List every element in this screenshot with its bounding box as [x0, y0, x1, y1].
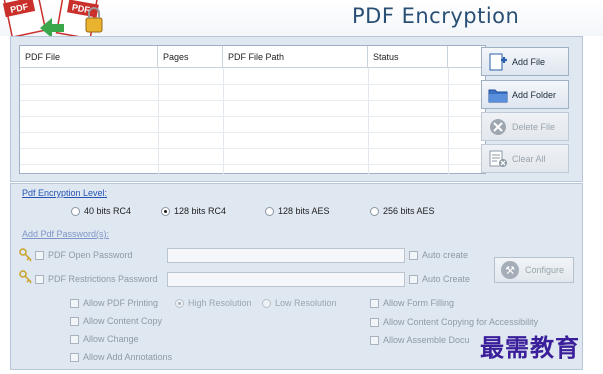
checkbox-label: Allow Content Copying for Accessibility	[383, 317, 539, 327]
restrictions-password-checkbox[interactable]: PDF Restrictions Password	[35, 274, 158, 284]
header-bar: PDF PDF PDF Encryption	[0, 0, 603, 36]
table-row	[20, 164, 485, 165]
add-password-label: Add Pdf Password(s):	[22, 229, 110, 239]
delete-file-label: Delete File	[512, 121, 556, 132]
column-header-spacer	[448, 46, 485, 68]
restrictions-password-field[interactable]	[167, 272, 405, 287]
key-icon	[19, 270, 32, 284]
radio-label: High Resolution	[188, 298, 252, 308]
table-header: PDF File Pages PDF File Path Status	[20, 46, 485, 68]
checkbox-box	[70, 298, 79, 308]
column-header-pdf-file[interactable]: PDF File	[20, 46, 158, 68]
radio-indicator-selected	[175, 298, 184, 308]
file-list-panel: PDF File Pages PDF File Path Status Add …	[10, 36, 583, 182]
allow-content-copy-checkbox[interactable]: Allow Content Copy	[70, 316, 162, 326]
checkbox-box	[35, 250, 44, 260]
radio-128-bits-aes[interactable]: 128 bits AES	[265, 206, 330, 216]
checkbox-box	[370, 317, 379, 327]
restrictions-password-label: PDF Restrictions Password	[48, 274, 158, 284]
encryption-level-label: Pdf Encryption Level:	[22, 188, 108, 198]
allow-pdf-printing-checkbox[interactable]: Allow PDF Printing	[70, 298, 158, 308]
pdf-lock-logo-icon: PDF PDF	[2, 0, 103, 36]
table-row	[20, 84, 485, 85]
table-row	[20, 132, 485, 133]
checkbox-label: Allow Change	[83, 334, 139, 344]
checkbox-box	[70, 334, 79, 344]
checkbox-label: Allow Add Annotations	[83, 352, 173, 362]
checkbox-label: Allow PDF Printing	[83, 298, 159, 308]
add-file-button[interactable]: Add File	[481, 47, 569, 76]
add-folder-label: Add Folder	[512, 89, 557, 100]
watermark-text: 最需教育	[480, 333, 580, 362]
allow-add-annotations-checkbox[interactable]: Allow Add Annotations	[70, 352, 172, 362]
open-password-field[interactable]	[167, 248, 405, 263]
radio-40-bits-rc4[interactable]: 40 bits RC4	[71, 206, 131, 216]
configure-button[interactable]: ⚒ Configure	[494, 257, 574, 283]
checkbox-box	[370, 335, 379, 345]
column-header-file-path[interactable]: PDF File Path	[223, 46, 368, 68]
allow-assemble-checkbox[interactable]: Allow Assemble Docu	[370, 335, 470, 345]
add-file-icon	[488, 53, 508, 71]
allow-accessibility-copy-checkbox[interactable]: Allow Content Copying for Accessibility	[370, 317, 538, 327]
app-title: PDF Encryption	[352, 4, 520, 28]
radio-high-resolution[interactable]: High Resolution	[175, 298, 252, 308]
radio-indicator	[262, 298, 271, 308]
checkbox-box	[409, 250, 418, 260]
restrictions-password-auto-create-checkbox[interactable]: Auto Create	[409, 274, 470, 284]
open-password-label: PDF Open Password	[48, 250, 133, 260]
auto-create-label: Auto create	[422, 250, 469, 260]
radio-256-bits-aes[interactable]: 256 bits AES	[370, 206, 435, 216]
radio-indicator	[370, 206, 379, 216]
add-file-label: Add File	[512, 56, 546, 67]
radio-label: 40 bits RC4	[84, 206, 132, 216]
open-password-checkbox[interactable]: PDF Open Password	[35, 250, 133, 260]
checkbox-box	[35, 274, 44, 284]
open-password-auto-create-checkbox[interactable]: Auto create	[409, 250, 468, 260]
table-row	[20, 100, 485, 101]
radio-label: Low Resolution	[275, 298, 337, 308]
checkbox-label: Allow Assemble Docu	[383, 335, 470, 345]
radio-label: 128 bits AES	[278, 206, 330, 216]
configure-label: Configure	[525, 265, 565, 275]
delete-icon	[488, 118, 508, 136]
table-row	[20, 116, 485, 117]
file-table[interactable]: PDF File Pages PDF File Path Status	[19, 45, 486, 174]
clear-list-icon	[488, 150, 508, 168]
clear-all-label: Clear All	[512, 153, 546, 164]
folder-icon	[488, 86, 508, 104]
column-header-pages[interactable]: Pages	[158, 46, 223, 68]
clear-all-button[interactable]: Clear All	[481, 144, 569, 173]
checkbox-box	[370, 298, 379, 308]
wrench-icon: ⚒	[501, 261, 519, 279]
radio-indicator-selected	[161, 206, 170, 216]
radio-low-resolution[interactable]: Low Resolution	[262, 298, 337, 308]
checkbox-label: Allow Content Copy	[83, 316, 163, 326]
checkbox-box	[409, 274, 418, 284]
radio-128-bits-rc4[interactable]: 128 bits RC4	[161, 206, 226, 216]
delete-file-button[interactable]: Delete File	[481, 112, 569, 141]
radio-indicator	[71, 206, 80, 216]
checkbox-label: Allow Form Filling	[383, 298, 455, 308]
radio-indicator	[265, 206, 274, 216]
key-icon	[19, 248, 32, 262]
auto-create-label: Auto Create	[422, 274, 471, 284]
radio-label: 256 bits AES	[383, 206, 435, 216]
column-header-status[interactable]: Status	[368, 46, 448, 68]
add-folder-button[interactable]: Add Folder	[481, 80, 569, 109]
checkbox-box	[70, 352, 79, 362]
allow-form-filling-checkbox[interactable]: Allow Form Filling	[370, 298, 454, 308]
app-window: PDF PDF PDF Encryption PDF File Pages PD…	[0, 0, 603, 374]
radio-label: 128 bits RC4	[174, 206, 227, 216]
table-row	[20, 148, 485, 149]
checkbox-box	[70, 316, 79, 326]
allow-change-checkbox[interactable]: Allow Change	[70, 334, 139, 344]
